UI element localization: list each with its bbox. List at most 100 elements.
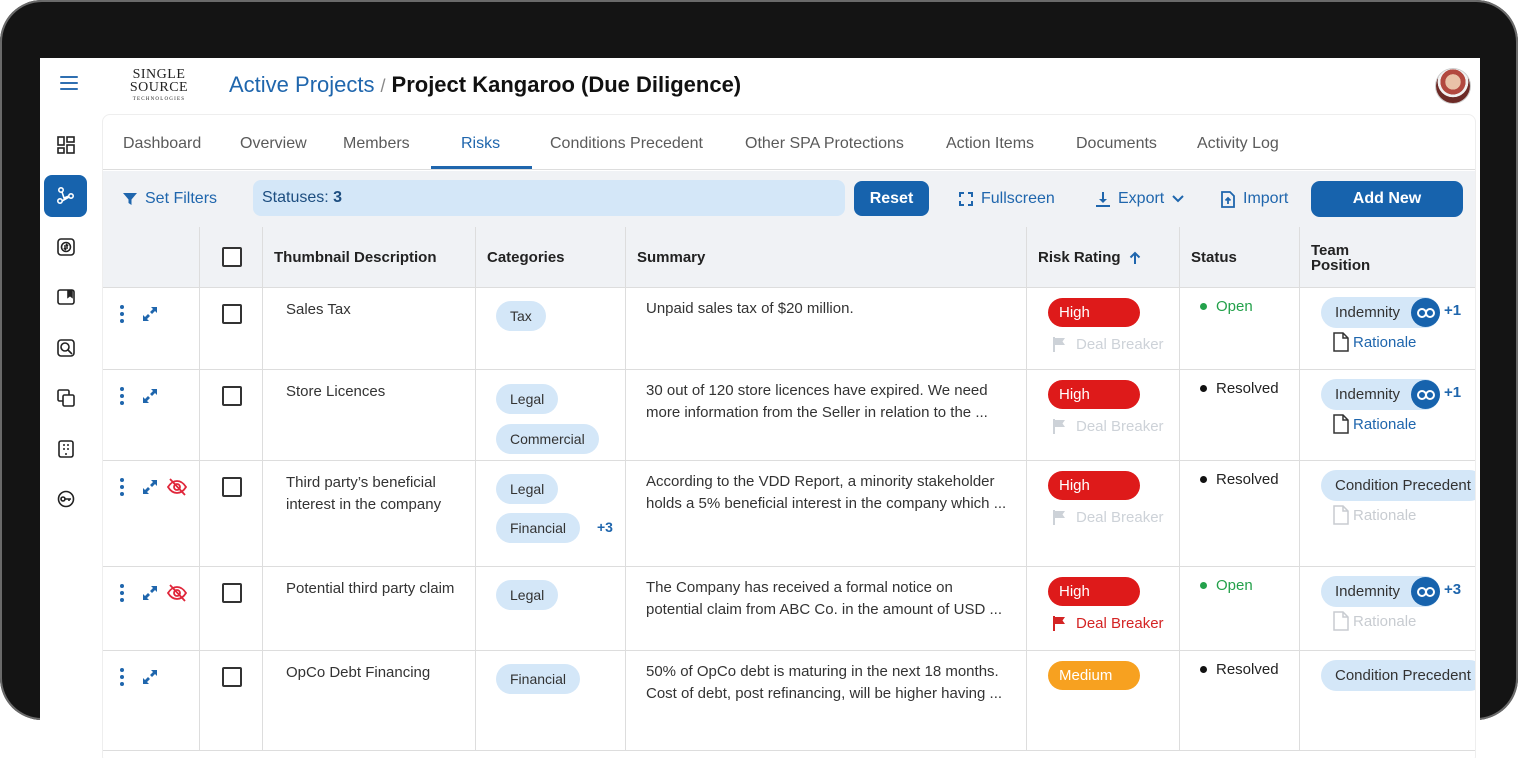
category-chip[interactable]: Legal xyxy=(496,474,559,504)
row-checkbox[interactable] xyxy=(222,583,242,603)
expand-icon[interactable] xyxy=(141,305,159,323)
thumbnail-description[interactable]: Store Licences xyxy=(286,381,476,403)
column-status[interactable]: Status xyxy=(1180,227,1300,288)
expand-icon[interactable] xyxy=(141,668,159,686)
key-icon[interactable] xyxy=(44,478,87,520)
hidden-eye-icon[interactable] xyxy=(166,476,188,498)
rationale-link[interactable]: Rationale xyxy=(1333,505,1416,525)
risk-rating-pill[interactable]: Medium xyxy=(1048,661,1140,690)
add-new-button[interactable]: Add New xyxy=(1311,181,1463,217)
thumbnail-description[interactable]: OpCo Debt Financing xyxy=(286,662,476,684)
tab-other-spa-protections[interactable]: Other SPA Protections xyxy=(745,115,904,170)
more-team-positions-link[interactable]: +1 xyxy=(1444,302,1461,319)
column-risk-rating[interactable]: Risk Rating xyxy=(1027,227,1180,288)
building-icon[interactable] xyxy=(44,428,87,470)
more-options-icon[interactable] xyxy=(120,584,126,602)
table-row[interactable]: Sales Tax Tax Unpaid sales tax of $20 mill… xyxy=(103,288,1475,370)
more-options-icon[interactable] xyxy=(120,387,126,405)
dashboard-grid-icon[interactable] xyxy=(44,124,87,166)
risk-rating-pill[interactable]: High xyxy=(1048,577,1140,606)
set-filters-button[interactable]: Set Filters xyxy=(123,190,217,208)
export-button[interactable]: Export xyxy=(1096,190,1184,208)
table-row[interactable]: Store Licences Legal Commercial 30 out of 1… xyxy=(103,370,1475,461)
risk-rating-pill[interactable]: High xyxy=(1048,471,1140,500)
tab-activity-log[interactable]: Activity Log xyxy=(1197,115,1279,170)
risk-summary[interactable]: The Company has received a formal notice… xyxy=(646,577,1026,621)
card-clip-icon[interactable] xyxy=(44,276,87,318)
statuses-filter-chip[interactable]: Statuses: 3 xyxy=(253,180,845,216)
menu-icon[interactable] xyxy=(60,76,78,90)
tab-risks[interactable]: Risks xyxy=(461,115,500,170)
table-row[interactable]: Potential third party claim Legal The Comp… xyxy=(103,567,1475,651)
import-button[interactable]: Import xyxy=(1221,190,1288,208)
row-checkbox[interactable] xyxy=(222,386,242,406)
sort-ascending-icon[interactable] xyxy=(1129,251,1141,265)
tab-dashboard[interactable]: Dashboard xyxy=(123,115,201,170)
rationale-link[interactable]: Rationale xyxy=(1333,332,1416,352)
tab-overview[interactable]: Overview xyxy=(240,115,307,170)
more-team-positions-link[interactable]: +3 xyxy=(1444,581,1461,598)
expand-icon[interactable] xyxy=(141,478,159,496)
thumbnail-description[interactable]: Potential third party claim xyxy=(286,578,476,600)
row-checkbox[interactable] xyxy=(222,667,242,687)
team-position-chip[interactable]: Condition Precedent xyxy=(1321,470,1475,501)
link-icon[interactable] xyxy=(1411,577,1441,606)
deal-breaker-toggle[interactable]: Deal Breaker xyxy=(1052,509,1164,526)
thumbnail-description[interactable]: Third party’s beneficial interest in the… xyxy=(286,472,476,516)
copy-stack-icon[interactable] xyxy=(44,377,87,419)
risk-summary[interactable]: 30 out of 120 store licences have expire… xyxy=(646,380,1026,424)
column-categories[interactable]: Categories xyxy=(476,227,626,288)
risk-summary[interactable]: According to the VDD Report, a minority … xyxy=(646,471,1026,515)
table-row[interactable]: OpCo Debt Financing Financial 50% of OpCo … xyxy=(103,651,1475,751)
column-summary[interactable]: Summary xyxy=(626,227,1027,288)
row-checkbox[interactable] xyxy=(222,304,242,324)
user-avatar[interactable] xyxy=(1436,69,1470,103)
risk-rating-pill[interactable]: High xyxy=(1048,298,1140,327)
more-options-icon[interactable] xyxy=(120,668,126,686)
hidden-eye-icon[interactable] xyxy=(166,582,188,604)
rationale-link[interactable]: Rationale xyxy=(1333,611,1416,631)
team-position-chip[interactable]: Indemnity xyxy=(1321,576,1441,607)
exchange-box-icon[interactable] xyxy=(44,226,87,268)
category-chip[interactable]: Financial xyxy=(496,513,581,543)
risk-rating-pill[interactable]: High xyxy=(1048,380,1140,409)
deal-breaker-toggle[interactable]: Deal Breaker xyxy=(1052,418,1164,435)
tab-members[interactable]: Members xyxy=(343,115,410,170)
tab-documents[interactable]: Documents xyxy=(1076,115,1157,170)
more-team-positions-link[interactable]: +1 xyxy=(1444,384,1461,401)
category-chip[interactable]: Commercial xyxy=(496,424,599,454)
expand-icon[interactable] xyxy=(141,584,159,602)
deal-breaker-toggle[interactable]: Deal Breaker xyxy=(1052,615,1164,632)
network-share-icon[interactable] xyxy=(44,175,87,217)
team-position-chip[interactable]: Indemnity xyxy=(1321,297,1441,328)
more-options-icon[interactable] xyxy=(120,305,126,323)
thumbnail-description[interactable]: Sales Tax xyxy=(286,299,476,321)
row-checkbox[interactable] xyxy=(222,477,242,497)
breadcrumb-active-projects[interactable]: Active Projects xyxy=(229,72,375,97)
reset-button[interactable]: Reset xyxy=(854,181,929,216)
select-all-checkbox[interactable] xyxy=(222,247,242,267)
more-options-icon[interactable] xyxy=(120,478,126,496)
search-box-icon[interactable] xyxy=(44,327,87,369)
link-icon[interactable] xyxy=(1411,380,1441,409)
category-chip[interactable]: Legal xyxy=(496,384,559,414)
column-thumbnail-description[interactable]: Thumbnail Description xyxy=(263,227,476,288)
expand-icon[interactable] xyxy=(141,387,159,405)
column-team-position[interactable]: Team Position xyxy=(1300,227,1475,288)
risk-summary[interactable]: 50% of OpCo debt is maturing in the next… xyxy=(646,661,1026,705)
team-position-chip[interactable]: Condition Precedent xyxy=(1321,660,1475,691)
fullscreen-button[interactable]: Fullscreen xyxy=(959,190,1055,208)
rationale-link[interactable]: Rationale xyxy=(1333,414,1416,434)
flag-icon xyxy=(1053,337,1065,352)
category-chip[interactable]: Legal xyxy=(496,580,559,610)
more-categories-link[interactable]: +3 xyxy=(597,519,613,535)
risk-summary[interactable]: Unpaid sales tax of $20 million. xyxy=(646,298,1026,320)
category-chip[interactable]: Tax xyxy=(496,301,546,331)
deal-breaker-toggle[interactable]: Deal Breaker xyxy=(1052,336,1164,353)
company-logo[interactable]: SINGLE SOURCE TECHNOLOGIES xyxy=(124,68,194,104)
tab-action-items[interactable]: Action Items xyxy=(946,115,1034,170)
table-row[interactable]: Third party’s beneficial interest in the… xyxy=(103,461,1475,567)
team-position-chip[interactable]: Indemnity xyxy=(1321,379,1441,410)
link-icon[interactable] xyxy=(1411,298,1441,327)
tab-conditions-precedent[interactable]: Conditions Precedent xyxy=(550,115,703,170)
